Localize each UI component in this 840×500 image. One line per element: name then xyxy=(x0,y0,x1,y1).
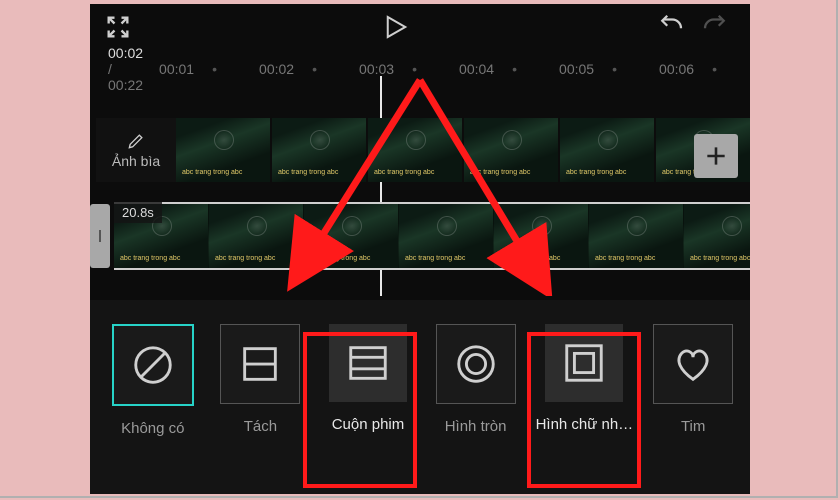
timeline-thumb[interactable]: abc trang trong abc xyxy=(209,204,304,268)
effect-label: Không có xyxy=(121,420,184,437)
clip-duration: 20.8s xyxy=(114,202,162,223)
play-button[interactable] xyxy=(379,12,409,47)
rects-icon xyxy=(545,324,623,402)
timeline-thumb[interactable]: abc trang trong abc xyxy=(176,118,270,182)
plus-icon xyxy=(703,143,729,169)
effect-none[interactable]: Không có xyxy=(106,324,200,437)
time-ruler[interactable]: 00:02 / 00:22 00:01•00:02•00:03•00:04•00… xyxy=(90,54,750,84)
time-current: 00:02 xyxy=(108,45,143,61)
time-tick: 00:04• xyxy=(459,61,559,77)
heart-icon xyxy=(653,324,733,404)
ban-icon xyxy=(112,324,194,406)
cover-button[interactable]: Ảnh bìa xyxy=(96,118,176,182)
timeline-thumb[interactable]: abc trang trong abc xyxy=(684,204,750,268)
ring-icon xyxy=(436,324,516,404)
top-toolbar xyxy=(90,4,750,54)
timeline-thumb[interactable]: abc trang trong abc xyxy=(272,118,366,182)
timeline-thumb[interactable]: abc trang trong abc xyxy=(494,204,589,268)
timeline-thumb[interactable]: abc trang trong abc xyxy=(589,204,684,268)
effect-circle[interactable]: Hình tròn xyxy=(429,324,523,435)
add-clip-button[interactable] xyxy=(694,134,738,178)
hbars-icon xyxy=(329,324,407,402)
redo-button[interactable] xyxy=(700,12,730,47)
clip-trim-handle[interactable] xyxy=(90,204,110,268)
fullscreen-button[interactable] xyxy=(104,13,132,46)
hsplit-icon xyxy=(220,324,300,404)
effect-split[interactable]: Tách xyxy=(214,324,308,435)
effect-rect[interactable]: Hình chữ nh… xyxy=(536,324,632,433)
overlay-track: Ảnh bìa abc trang trong abcabc trang tro… xyxy=(90,114,750,186)
effect-label: Hình tròn xyxy=(445,418,507,435)
timeline[interactable]: Ảnh bìa abc trang trong abcabc trang tro… xyxy=(90,110,750,290)
main-clip[interactable]: 20.8s abc trang trong abcabc trang trong… xyxy=(114,202,750,270)
main-track: 20.8s abc trang trong abcabc trang trong… xyxy=(90,200,750,272)
effect-label: Tách xyxy=(244,418,277,435)
video-editor-app: 00:02 / 00:22 00:01•00:02•00:03•00:04•00… xyxy=(90,4,750,494)
time-tick: 00:06• xyxy=(659,61,750,77)
time-tick: 00:01• xyxy=(159,61,259,77)
time-tick: 00:02• xyxy=(259,61,359,77)
timeline-thumb[interactable]: abc trang trong abc xyxy=(560,118,654,182)
cover-label: Ảnh bìa xyxy=(112,153,160,169)
timeline-thumb[interactable]: abc trang trong abc xyxy=(399,204,494,268)
timeline-thumb[interactable]: abc trang trong abc xyxy=(368,118,462,182)
time-tick: 00:05• xyxy=(559,61,659,77)
effect-filmroll[interactable]: Cuộn phim xyxy=(321,324,415,433)
effect-label: Tim xyxy=(681,418,705,435)
effect-heart[interactable]: Tim xyxy=(646,324,740,435)
timeline-thumb[interactable]: abc trang trong abc xyxy=(304,204,399,268)
time-tick: 00:03• xyxy=(359,61,459,77)
pencil-icon xyxy=(126,131,146,151)
timeline-thumb[interactable]: abc trang trong abc xyxy=(464,118,558,182)
effect-label: Hình chữ nh… xyxy=(536,416,634,433)
effect-label: Cuộn phim xyxy=(332,416,405,433)
undo-button[interactable] xyxy=(656,12,686,47)
border-effects-panel: Không có Tách Cuộn phim Hình tròn Hình chữ n… xyxy=(90,300,750,494)
